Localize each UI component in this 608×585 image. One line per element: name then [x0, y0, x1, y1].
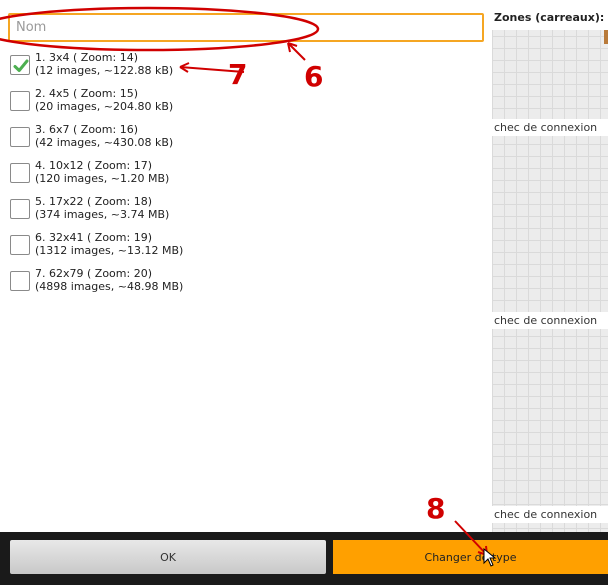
connection-error-message: chec de connexion: [492, 119, 608, 136]
zoom-level-item-4[interactable]: 4. 10x12 ( Zoom: 17) (120 images, ~1.20 M…: [10, 159, 310, 196]
annotation-number-8: 8: [426, 492, 446, 525]
connection-error-message: chec de connexion: [492, 506, 608, 523]
zoom-level-checkbox-7[interactable]: [10, 271, 30, 291]
mouse-cursor-icon: [483, 548, 497, 567]
zoom-level-checkbox-5[interactable]: [10, 199, 30, 219]
zoom-level-label: 4. 10x12 ( Zoom: 17) (120 images, ~1.20 M…: [35, 159, 170, 185]
zoom-level-label: 5. 17x22 ( Zoom: 18) (374 images, ~3.74 M…: [35, 195, 170, 221]
zoom-level-item-5[interactable]: 5. 17x22 ( Zoom: 18) (374 images, ~3.74 M…: [10, 195, 310, 232]
zoom-level-checkbox-4[interactable]: [10, 163, 30, 183]
zoom-level-checkbox-6[interactable]: [10, 235, 30, 255]
zoom-level-label: 3. 6x7 ( Zoom: 16) (42 images, ~430.08 kB…: [35, 123, 174, 149]
scroll-indicator: [604, 30, 608, 44]
zones-count-label: Zones (carreaux): 12: [492, 0, 608, 30]
change-type-button[interactable]: Changer de type: [333, 540, 608, 574]
zoom-level-label: 2. 4x5 ( Zoom: 15) (20 images, ~204.80 kB…: [35, 87, 174, 113]
zoom-level-item-7[interactable]: 7. 62x79 ( Zoom: 20) (4898 images, ~48.98…: [10, 267, 310, 304]
zoom-level-item-1[interactable]: 1. 3x4 ( Zoom: 14) (12 images, ~122.88 kB…: [10, 51, 310, 88]
zoom-level-label: 6. 32x41 ( Zoom: 19) (1312 images, ~13.12…: [35, 231, 184, 257]
zoom-level-item-6[interactable]: 6. 32x41 ( Zoom: 19) (1312 images, ~13.12…: [10, 231, 310, 268]
bottom-action-bar: OK Changer de type: [0, 532, 608, 585]
zoom-level-checkbox-1[interactable]: [10, 55, 30, 75]
zoom-level-item-3[interactable]: 3. 6x7 ( Zoom: 16) (42 images, ~430.08 kB…: [10, 123, 310, 160]
zoom-level-label: 7. 62x79 ( Zoom: 20) (4898 images, ~48.98…: [35, 267, 184, 293]
annotation-number-6: 6: [304, 60, 324, 93]
connection-error-message: chec de connexion: [492, 312, 608, 329]
annotation-number-7: 7: [228, 58, 248, 91]
tiles-preview-panel: Zones (carreaux): 12 chec de connexion c…: [492, 0, 608, 540]
name-input[interactable]: [8, 13, 484, 42]
zoom-level-checkbox-2[interactable]: [10, 91, 30, 111]
checkmark-icon: [13, 59, 29, 72]
zoom-level-label: 1. 3x4 ( Zoom: 14) (12 images, ~122.88 kB…: [35, 51, 174, 77]
zoom-level-item-2[interactable]: 2. 4x5 ( Zoom: 15) (20 images, ~204.80 kB…: [10, 87, 310, 124]
ok-button[interactable]: OK: [10, 540, 326, 574]
zoom-level-checkbox-3[interactable]: [10, 127, 30, 147]
